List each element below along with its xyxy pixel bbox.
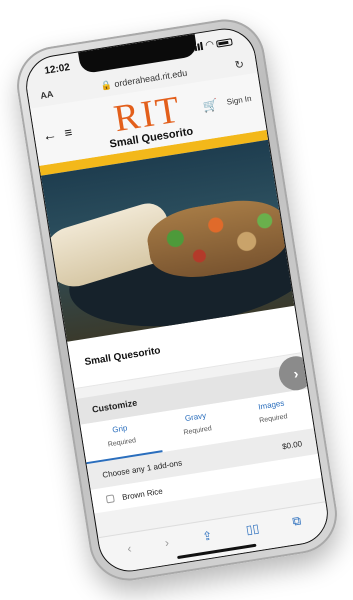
status-time: 12:02	[43, 61, 71, 77]
wifi-icon: ◠	[204, 38, 214, 51]
option-label: Brown Rice	[120, 486, 163, 502]
phone-screen: 12:02 ◠ AA 🔒 orderahead.rit.edu ↻ ← ≡ RI…	[21, 24, 332, 576]
forward-icon[interactable]: ›	[163, 535, 169, 549]
battery-icon	[215, 37, 233, 48]
back-arrow-icon[interactable]: ←	[41, 126, 57, 144]
addon-prompt: Choose any 1 add-ons	[101, 457, 183, 480]
item-name: Small Quesorito	[83, 345, 161, 369]
option-checkbox[interactable]	[105, 494, 115, 504]
reload-icon[interactable]: ↻	[233, 57, 244, 71]
status-icons: ◠	[191, 36, 233, 53]
back-icon[interactable]: ‹	[126, 541, 132, 555]
phone-mockup: 12:02 ◠ AA 🔒 orderahead.rit.edu ↻ ← ≡ RI…	[10, 13, 343, 587]
menu-icon[interactable]: ≡	[63, 124, 73, 140]
text-size-button[interactable]: AA	[39, 89, 53, 101]
bookmarks-icon[interactable]: ▯▯	[244, 521, 259, 537]
addon-price: $0.00	[280, 438, 303, 451]
sign-in-link[interactable]: Sign In	[226, 94, 252, 107]
customize-label: Customize	[90, 397, 138, 415]
tabs-icon[interactable]: ⧉	[291, 513, 302, 529]
cart-icon[interactable]: 🛒	[202, 97, 219, 113]
food-image	[40, 139, 294, 342]
share-icon[interactable]: ⇪	[201, 528, 213, 543]
